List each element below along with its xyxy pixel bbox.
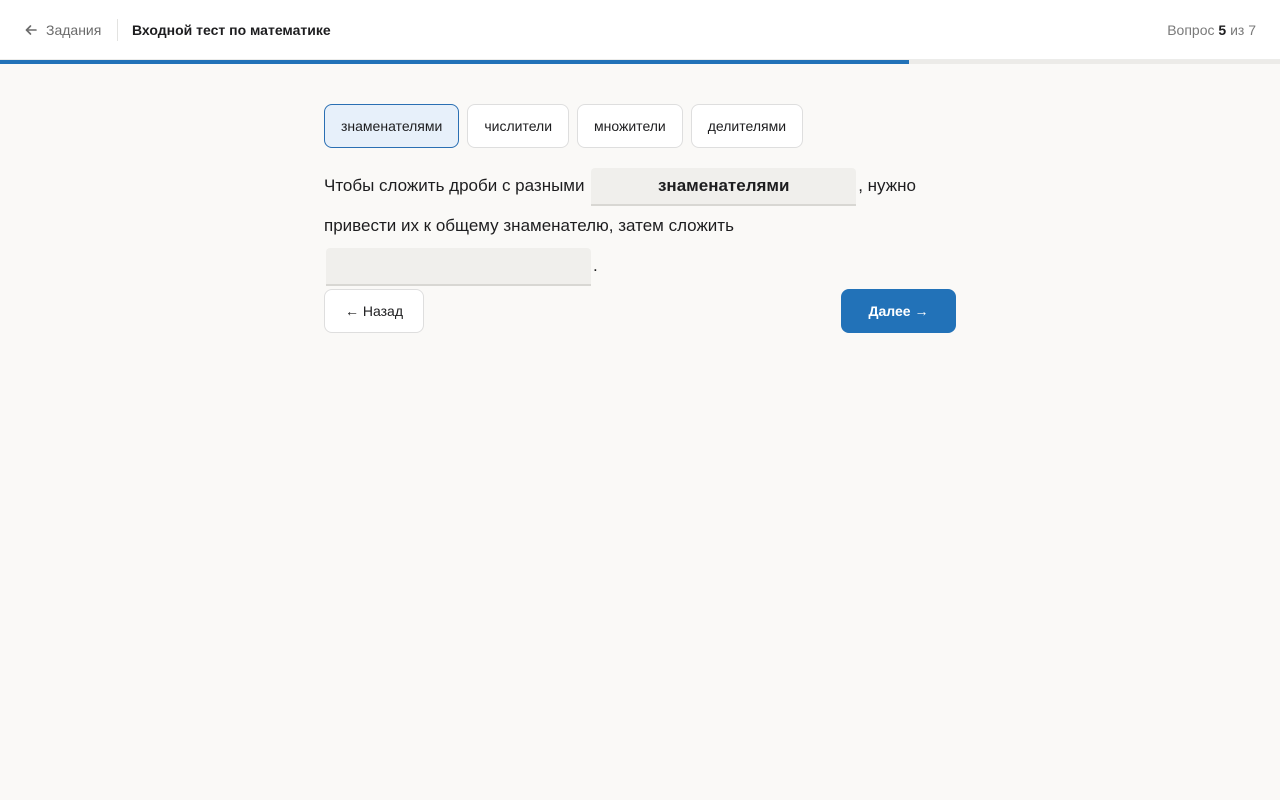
progress-fill	[0, 60, 909, 64]
back-link-label: Задания	[46, 22, 102, 38]
next-button[interactable]: Далее →	[841, 289, 956, 333]
word-chip-1[interactable]: числители	[467, 104, 570, 148]
word-chip-3[interactable]: делителями	[690, 104, 804, 148]
word-bank: знаменателями числители множители делите…	[324, 104, 804, 148]
arrow-left-icon	[24, 23, 38, 37]
page-title: Входной тест по математике	[132, 22, 331, 38]
question-text-part-3: .	[593, 256, 598, 275]
counter-total: 7	[1248, 22, 1256, 38]
progress-bar	[0, 60, 1280, 64]
counter-prefix: Вопрос	[1167, 22, 1215, 38]
question-text: Чтобы сложить дроби с разными знаменател…	[324, 166, 964, 286]
counter-separator: из	[1230, 22, 1245, 38]
back-button[interactable]: ← Назад	[324, 289, 424, 333]
answer-blank-1[interactable]: знаменателями	[591, 167, 857, 206]
question-counter: Вопрос 5 из 7	[1167, 20, 1256, 40]
top-header: Задания Входной тест по математике Вопро…	[0, 0, 1280, 60]
counter-current: 5	[1218, 22, 1227, 38]
back-to-tasks-link[interactable]: Задания	[24, 20, 101, 40]
header-divider	[117, 19, 118, 41]
word-chip-0[interactable]: знаменателями	[324, 104, 460, 148]
question-text-part-1: Чтобы сложить дроби с разными	[324, 176, 585, 195]
word-chip-2[interactable]: множители	[577, 104, 683, 148]
answer-blank-2[interactable]	[326, 247, 591, 286]
